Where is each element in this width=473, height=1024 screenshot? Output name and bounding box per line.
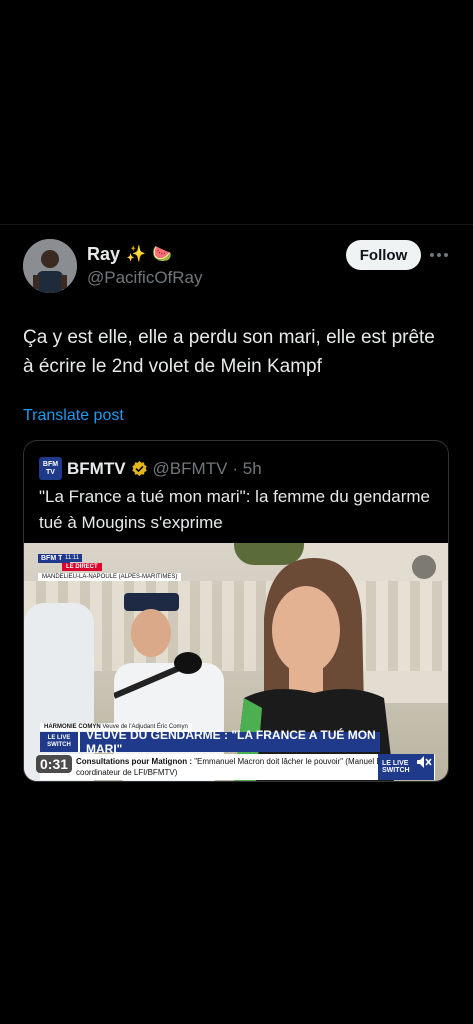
sparkles-emoji: ✨ bbox=[126, 245, 146, 263]
follow-button[interactable]: Follow bbox=[346, 240, 421, 270]
quoted-post-time: · 5h bbox=[232, 458, 262, 478]
video-duration: 0:31 bbox=[36, 755, 73, 773]
quoted-author-handle: @BFMTV bbox=[152, 458, 228, 478]
ticker-title: Consultations pour Matignon : bbox=[76, 757, 192, 766]
headline-text: VEUVE DU GENDARME : "LA FRANCE A TUÉ MON… bbox=[78, 728, 380, 756]
verified-badge-icon bbox=[131, 460, 147, 477]
top-divider bbox=[0, 224, 473, 225]
more-options-icon[interactable] bbox=[430, 245, 450, 265]
microphone-icon bbox=[114, 652, 202, 699]
video-player[interactable]: BFM TV 11:11 LE DIRECT MANDELIEU-LA-NAPO… bbox=[24, 543, 448, 781]
watermelon-emoji: 🍉 bbox=[151, 245, 172, 263]
quoted-post-header: BFM TV BFMTV @BFMTV · 5h bbox=[39, 457, 262, 480]
live-direct-badge: LE DIRECT bbox=[62, 563, 102, 571]
news-ticker: Consultations pour Matignon : "Emmanuel … bbox=[40, 754, 435, 780]
quoted-post-card[interactable]: BFM TV BFMTV @BFMTV · 5h "La France a tu… bbox=[23, 440, 449, 782]
broadcast-time-badge: 11:11 bbox=[62, 554, 83, 562]
location-caption: MANDELIEU-LA-NAPOULE (ALPES-MARITIMES) bbox=[38, 573, 182, 581]
author-name[interactable]: Ray bbox=[87, 244, 120, 265]
author-handle[interactable]: @PacificOfRay bbox=[87, 268, 203, 288]
video-settings-icon[interactable] bbox=[412, 555, 436, 579]
quoted-post-text: "La France a tué mon mari": la femme du … bbox=[39, 487, 430, 532]
post-text: Ça y est elle, elle a perdu son mari, el… bbox=[23, 327, 435, 377]
translate-post-link[interactable]: Translate post bbox=[23, 407, 124, 425]
quoted-author-name: BFMTV bbox=[67, 458, 126, 478]
live-switch-label: LE LIVE SWITCH bbox=[40, 732, 78, 752]
mute-volume-icon[interactable] bbox=[416, 755, 432, 769]
avatar[interactable] bbox=[23, 239, 77, 293]
author-name-row[interactable]: Ray ✨ 🍉 bbox=[87, 244, 172, 265]
headline-bar: LE LIVE SWITCH VEUVE DU GENDARME : "LA F… bbox=[40, 728, 380, 756]
bfmtv-logo-icon: BFM TV bbox=[39, 457, 62, 480]
